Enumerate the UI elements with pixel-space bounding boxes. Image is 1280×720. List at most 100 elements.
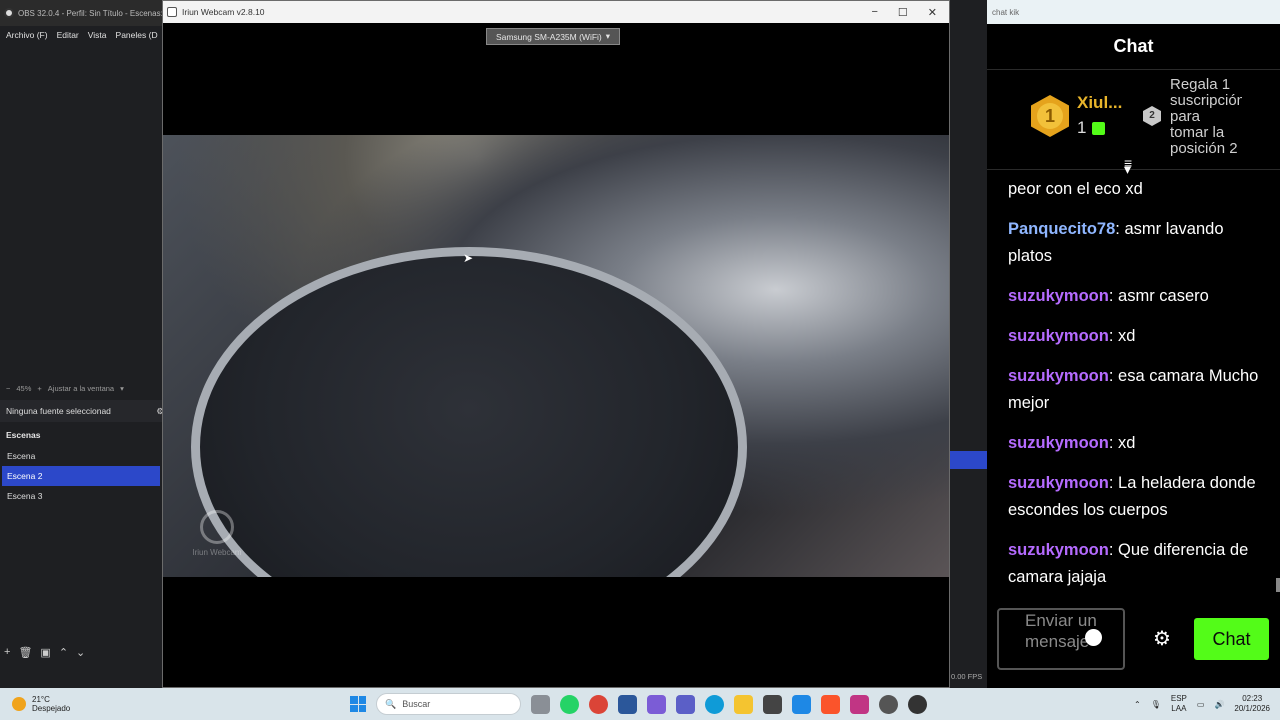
chat-messages: peor con el eco xd Panquecito78: asmr lav… (1008, 176, 1270, 604)
chat-message-text: : xd (1108, 434, 1136, 452)
gear-icon[interactable]: ⚙ (1153, 626, 1171, 651)
maximize-icon[interactable]: ☐ (898, 6, 908, 19)
leader-username[interactable]: Xiul... (1077, 93, 1122, 113)
chat-username[interactable]: Panquecito78 (1008, 220, 1115, 238)
gift-icon (1092, 122, 1105, 135)
obs-title: OBS 32.0.4 - Perfil: Sin Título - Escena… (18, 8, 163, 18)
chat-username[interactable]: suzukymoon (1008, 287, 1109, 305)
obs-logo-icon (4, 8, 14, 18)
no-source-label: Ninguna fuente seleccionad (6, 406, 111, 416)
chat-message: suzukymoon: Que diferencia de camara jaj… (1008, 537, 1270, 591)
emoji-icon[interactable] (1085, 629, 1102, 646)
weather-temp: 21°C (32, 695, 50, 704)
obs-panel-strip: 0.00 FPS (950, 0, 988, 688)
scrollbar[interactable] (1276, 578, 1280, 592)
obs-window: OBS 32.0.4 - Perfil: Sin Título - Escena… (0, 0, 170, 688)
network-icon[interactable]: ▭ (1197, 700, 1205, 709)
chat-message-text: peor con el eco xd (1008, 180, 1143, 198)
zoom-out-button[interactable]: − (6, 384, 10, 393)
chat-message-text: : asmr casero (1108, 287, 1209, 305)
edge-icon[interactable] (705, 694, 724, 714)
windows-start-icon[interactable] (350, 696, 366, 712)
chat-message-text: : xd (1108, 327, 1136, 345)
whatsapp-icon[interactable] (560, 694, 579, 714)
move-down-icon[interactable]: ⌄ (76, 646, 85, 659)
teams-icon[interactable] (676, 694, 695, 714)
menu-view[interactable]: Vista (88, 30, 107, 40)
volume-icon[interactable]: 🔊 (1214, 700, 1224, 709)
trash-icon[interactable]: 🗑 (18, 646, 32, 659)
frying-pan-image (191, 247, 747, 577)
device-select-value: Samsung SM-A235M (WiFi) (495, 31, 602, 42)
search-icon: 🔍 (385, 698, 397, 709)
obs-preview[interactable] (0, 44, 170, 380)
microphone-icon[interactable]: 🎙 (1151, 700, 1161, 709)
obs-titlebar: OBS 32.0.4 - Perfil: Sin Título - Escena… (0, 0, 170, 26)
gift-prompt[interactable]: Regala 1 suscripción para tomar la posic… (1170, 77, 1242, 157)
send-chat-button[interactable]: Chat (1194, 618, 1269, 660)
scene-list: Escena Escena 2 Escena 3 (2, 446, 160, 506)
chat-username[interactable]: suzukymoon (1008, 474, 1109, 492)
zoom-level: 45% (16, 383, 32, 393)
iriun-logo-icon (200, 510, 234, 544)
mail-icon[interactable] (792, 694, 811, 714)
iriun-title: Iriun Webcam v2.8.10 (182, 7, 265, 17)
chevron-down-icon[interactable]: ▾ (120, 384, 124, 393)
taskbar-search[interactable]: 🔍 Buscar (376, 693, 521, 715)
task-view-icon[interactable] (531, 694, 550, 714)
obs-taskbar-icon[interactable] (879, 694, 898, 714)
iriun-taskbar-icon[interactable] (908, 694, 927, 714)
language-indicator[interactable]: ESP LAA (1171, 694, 1187, 714)
clock-date: 20/1/2026 (1234, 704, 1270, 713)
zoom-in-button[interactable]: + (37, 384, 41, 393)
chat-message: suzukymoon: asmr casero (1008, 283, 1270, 310)
chat-message: suzukymoon: xd (1008, 323, 1270, 350)
file-explorer-icon[interactable] (734, 694, 753, 714)
message-input[interactable]: Enviar un mensaje (997, 608, 1125, 670)
chevron-up-icon[interactable]: ⌃ (1134, 700, 1141, 709)
menu-file[interactable]: Archivo (F) (6, 30, 48, 40)
chat-username[interactable]: suzukymoon (1008, 367, 1109, 385)
word-icon[interactable] (618, 694, 637, 714)
chat-message: Panquecito78: asmr lavando platos (1008, 216, 1270, 270)
chat-window: chat kik Chat 1 Xiul... 1 2 Regala 1 sus… (987, 0, 1280, 688)
chat-footer: Enviar un mensaje ⚙ Chat (997, 608, 1273, 670)
copilot-icon[interactable] (647, 694, 666, 714)
chat-message: suzukymoon: esa camara Mucho mejor (1008, 363, 1270, 417)
brave-icon[interactable] (821, 694, 840, 714)
fit-to-window-button[interactable]: Ajustar a la ventana (48, 384, 114, 393)
expand-icon[interactable]: ≡ ▾ (1124, 156, 1132, 176)
obs-menubar: Archivo (F) Editar Vista Paneles (D (0, 26, 170, 44)
scene-item-active[interactable]: Escena 2 (2, 466, 160, 486)
chat-header: Chat (987, 24, 1280, 70)
rank-2-badge-icon: 2 (1143, 106, 1161, 126)
clock[interactable]: 02:23 20/1/2026 (1234, 694, 1270, 714)
instagram-icon[interactable] (850, 694, 869, 714)
chat-username[interactable]: suzukymoon (1008, 327, 1109, 345)
obs-zoombar: − 45% + Ajustar a la ventana ▾ (0, 381, 170, 395)
rank-1-badge-icon: 1 (1031, 95, 1069, 137)
menu-docks[interactable]: Paneles (D (116, 30, 158, 40)
weather-widget[interactable]: 21°C Despejado (0, 695, 70, 713)
chat-username[interactable]: suzukymoon (1008, 541, 1109, 559)
move-up-icon[interactable]: ⌃ (59, 646, 68, 659)
chat-titlebar: chat kik (987, 0, 1280, 24)
taskbar: 21°C Despejado 🔍 Buscar ⌃ 🎙 ESPLAA ▭ 🔊 (0, 688, 1280, 720)
scene-item[interactable]: Escena 3 (2, 486, 160, 506)
filter-icon[interactable]: ▣ (40, 646, 50, 659)
scene-item[interactable]: Escena (2, 446, 160, 466)
minimize-icon[interactable]: − (871, 6, 877, 19)
window-controls: − ☐ ✕ (871, 6, 945, 19)
chat-username[interactable]: suzukymoon (1008, 434, 1109, 452)
chrome-icon[interactable] (589, 694, 608, 714)
iriun-window: Iriun Webcam v2.8.10 − ☐ ✕ Samsung SM-A2… (162, 0, 950, 688)
add-icon[interactable]: + (4, 646, 10, 659)
store-icon[interactable] (763, 694, 782, 714)
menu-edit[interactable]: Editar (57, 30, 79, 40)
selected-row (950, 451, 988, 469)
device-select[interactable]: Samsung SM-A235M (WiFi) ▾ (486, 28, 620, 45)
sun-icon (12, 697, 26, 711)
chat-message: suzukymoon: La heladera donde escondes l… (1008, 470, 1270, 524)
system-tray: ⌃ 🎙 ESP LAA ▭ 🔊 02:23 20/1/2026 (1134, 694, 1270, 714)
close-icon[interactable]: ✕ (928, 6, 937, 19)
